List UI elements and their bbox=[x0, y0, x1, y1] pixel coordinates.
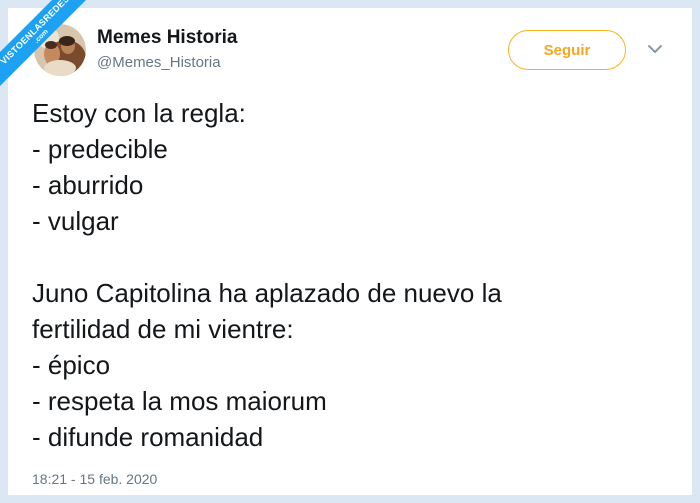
tweet-line: - respeta la mos maiorum bbox=[32, 386, 327, 416]
tweet-line: - predecible bbox=[32, 134, 168, 164]
tweet-line: fertilidad de mi vientre: bbox=[32, 314, 294, 344]
tweet-line: - épico bbox=[32, 350, 111, 380]
avatar[interactable] bbox=[34, 24, 86, 76]
chevron-down-icon[interactable] bbox=[645, 42, 665, 56]
tweet-timestamp[interactable]: 18:21 - 15 feb. 2020 bbox=[32, 471, 157, 487]
tweet-text: Estoy con la regla: - predecible - aburr… bbox=[32, 95, 672, 455]
tweet-card: Memes Historia @Memes_Historia Seguir Es… bbox=[0, 0, 700, 503]
follow-button[interactable]: Seguir bbox=[508, 30, 626, 70]
tweet-line: Juno Capitolina ha aplazado de nuevo la bbox=[32, 278, 502, 308]
tweet-line: - vulgar bbox=[32, 206, 119, 236]
user-handle[interactable]: @Memes_Historia bbox=[97, 54, 221, 71]
tweet-line: - difunde romanidad bbox=[32, 422, 264, 452]
avatar-image bbox=[34, 24, 86, 76]
tweet-line: Estoy con la regla: bbox=[32, 98, 246, 128]
user-display-name[interactable]: Memes Historia bbox=[97, 27, 237, 49]
tweet-line: - aburrido bbox=[32, 170, 144, 200]
